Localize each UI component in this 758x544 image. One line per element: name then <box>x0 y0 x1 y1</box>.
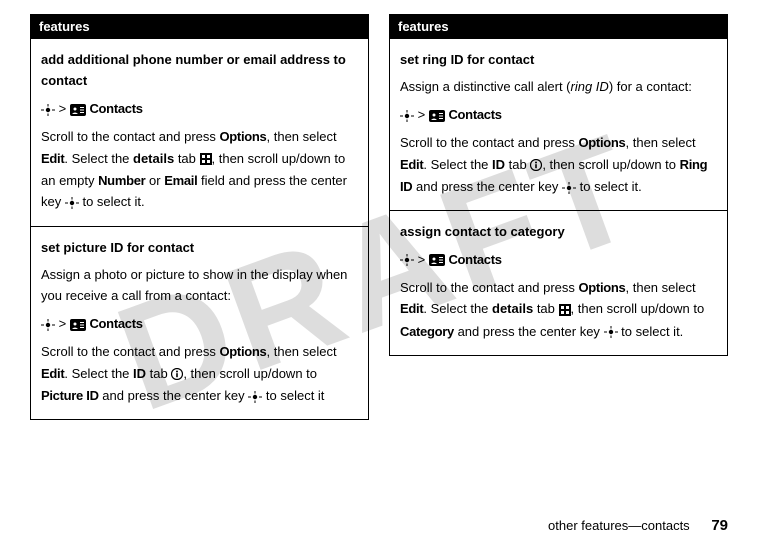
cell-title: set ring ID for contact <box>400 49 717 70</box>
instruction-text: Scroll to the contact and press Options,… <box>400 132 717 198</box>
page-number: 79 <box>711 517 728 534</box>
nav-path: > Contacts <box>400 249 717 271</box>
id-tab-icon <box>530 154 542 175</box>
page-content: features add additional phone number or … <box>0 0 758 420</box>
instruction-text: Scroll to the contact and press Options,… <box>41 341 358 407</box>
details-tab-icon <box>200 148 212 169</box>
contacts-label: Contacts <box>448 252 501 267</box>
center-key-icon <box>562 177 576 198</box>
cell-category: assign contact to category > Contacts Sc… <box>390 210 727 355</box>
contacts-label: Contacts <box>89 316 142 331</box>
instruction-text: Scroll to the contact and press Options,… <box>400 277 717 343</box>
cell-picture-id: set picture ID for contact Assign a phot… <box>31 226 368 420</box>
center-key-icon <box>400 249 414 270</box>
center-key-icon <box>400 105 414 126</box>
center-key-icon <box>41 314 55 335</box>
left-column: features add additional phone number or … <box>30 14 369 420</box>
center-key-icon <box>41 99 55 120</box>
center-key-icon <box>248 386 262 407</box>
nav-path: > Contacts <box>41 313 358 335</box>
center-key-icon <box>65 192 79 213</box>
contacts-app-icon <box>429 249 445 270</box>
instruction-text: Scroll to the contact and press Options,… <box>41 126 358 213</box>
contacts-label: Contacts <box>89 101 142 116</box>
cell-title: set picture ID for contact <box>41 237 358 258</box>
features-header-left: features <box>31 15 368 38</box>
contacts-app-icon <box>70 99 86 120</box>
contacts-app-icon <box>70 314 86 335</box>
cell-title: add additional phone number or email add… <box>41 49 358 92</box>
nav-path: > Contacts <box>41 98 358 120</box>
right-column: features set ring ID for contact Assign … <box>389 14 728 356</box>
cell-ring-id: set ring ID for contact Assign a distinc… <box>390 38 727 210</box>
details-tab-icon <box>559 299 571 320</box>
footer-text: other features—contacts <box>548 518 690 533</box>
description: Assign a photo or picture to show in the… <box>41 264 358 307</box>
id-tab-icon <box>171 363 183 384</box>
description: Assign a distinctive call alert (ring ID… <box>400 76 717 97</box>
page-footer: other features—contacts 79 <box>548 517 728 534</box>
nav-path: > Contacts <box>400 104 717 126</box>
cell-title: assign contact to category <box>400 221 717 242</box>
cell-add-number: add additional phone number or email add… <box>31 38 368 226</box>
contacts-label: Contacts <box>448 107 501 122</box>
contacts-app-icon <box>429 105 445 126</box>
features-header-right: features <box>390 15 727 38</box>
center-key-icon <box>604 321 618 342</box>
